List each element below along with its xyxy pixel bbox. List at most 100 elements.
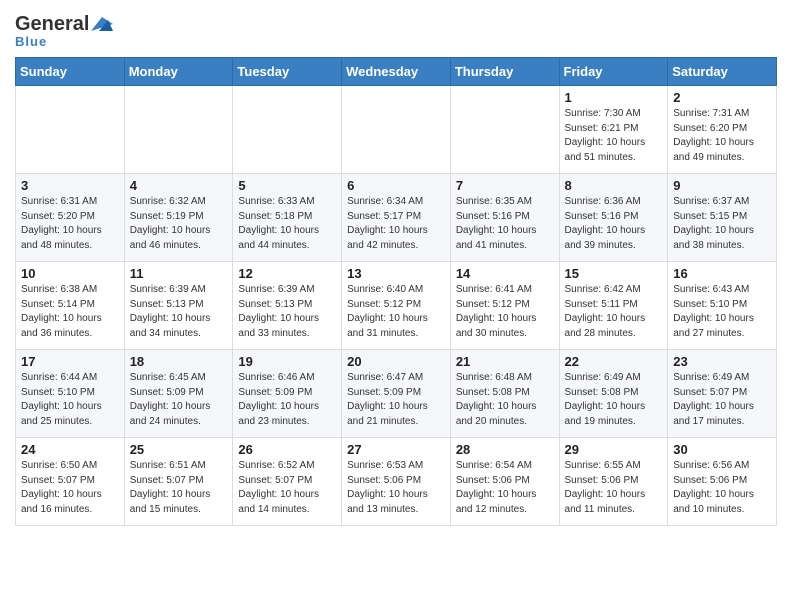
- calendar-week-1: 3 Sunrise: 6:31 AM Sunset: 5:20 PM Daylig…: [16, 174, 777, 262]
- calendar-cell: 23 Sunrise: 6:49 AM Sunset: 5:07 PM Dayli…: [668, 350, 777, 438]
- day-info: Sunrise: 6:33 AM Sunset: 5:18 PM Dayligh…: [238, 195, 336, 253]
- day-info: Sunrise: 6:39 AM Sunset: 5:13 PM Dayligh…: [238, 283, 336, 341]
- weekday-header-sunday: Sunday: [16, 58, 125, 86]
- calendar-cell: 3 Sunrise: 6:31 AM Sunset: 5:20 PM Daylig…: [16, 174, 125, 262]
- day-number: 20: [347, 354, 445, 369]
- calendar-cell: 19Sunrise: 6:46 AM Sunset: 5:09 PM Dayli…: [233, 350, 342, 438]
- day-info: Sunrise: 6:40 AM Sunset: 5:12 PM Dayligh…: [347, 283, 445, 341]
- calendar-week-0: 1 Sunrise: 7:30 AM Sunset: 6:21 PM Daylig…: [16, 86, 777, 174]
- day-number: 8: [565, 178, 663, 193]
- day-info: Sunrise: 6:31 AM Sunset: 5:20 PM Dayligh…: [21, 195, 119, 253]
- calendar-cell: 17 Sunrise: 6:44 AM Sunset: 5:10 PM Dayli…: [16, 350, 125, 438]
- day-info: Sunrise: 6:36 AM Sunset: 5:16 PM Dayligh…: [565, 195, 663, 253]
- weekday-header-thursday: Thursday: [450, 58, 559, 86]
- day-number: 19: [238, 354, 336, 369]
- calendar-cell: 18 Sunrise: 6:45 AM Sunset: 5:09 PM Dayli…: [124, 350, 233, 438]
- day-number: 5: [238, 178, 336, 193]
- logo-text: General: [15, 14, 89, 34]
- day-info: Sunrise: 6:52 AM Sunset: 5:07 PM Dayligh…: [238, 459, 336, 517]
- day-number: 17: [21, 354, 119, 369]
- day-number: 24: [21, 442, 119, 457]
- calendar-cell: 7 Sunrise: 6:35 AM Sunset: 5:16 PM Daylig…: [450, 174, 559, 262]
- calendar-week-2: 10Sunrise: 6:38 AM Sunset: 5:14 PM Dayli…: [16, 262, 777, 350]
- day-info: Sunrise: 6:45 AM Sunset: 5:09 PM Dayligh…: [130, 371, 228, 429]
- day-info: Sunrise: 6:55 AM Sunset: 5:06 PM Dayligh…: [565, 459, 663, 517]
- day-number: 18: [130, 354, 228, 369]
- day-info: Sunrise: 7:30 AM Sunset: 6:21 PM Dayligh…: [565, 107, 663, 165]
- calendar-body: 1 Sunrise: 7:30 AM Sunset: 6:21 PM Daylig…: [16, 86, 777, 526]
- calendar-cell: 2 Sunrise: 7:31 AM Sunset: 6:20 PM Daylig…: [668, 86, 777, 174]
- day-info: Sunrise: 6:42 AM Sunset: 5:11 PM Dayligh…: [565, 283, 663, 341]
- calendar-cell: 11 Sunrise: 6:39 AM Sunset: 5:13 PM Dayli…: [124, 262, 233, 350]
- calendar-cell: 28 Sunrise: 6:54 AM Sunset: 5:06 PM Dayli…: [450, 438, 559, 526]
- day-number: 1: [565, 90, 663, 105]
- calendar-cell: 29 Sunrise: 6:55 AM Sunset: 5:06 PM Dayli…: [559, 438, 668, 526]
- day-number: 16: [673, 266, 771, 281]
- calendar-cell: [233, 86, 342, 174]
- calendar-cell: 20 Sunrise: 6:47 AM Sunset: 5:09 PM Dayli…: [342, 350, 451, 438]
- day-number: 29: [565, 442, 663, 457]
- day-number: 13: [347, 266, 445, 281]
- day-info: Sunrise: 6:32 AM Sunset: 5:19 PM Dayligh…: [130, 195, 228, 253]
- day-info: Sunrise: 6:39 AM Sunset: 5:13 PM Dayligh…: [130, 283, 228, 341]
- calendar-cell: [16, 86, 125, 174]
- header: General Blue: [15, 10, 777, 49]
- day-info: Sunrise: 6:48 AM Sunset: 5:08 PM Dayligh…: [456, 371, 554, 429]
- day-info: Sunrise: 6:53 AM Sunset: 5:06 PM Dayligh…: [347, 459, 445, 517]
- weekday-header-monday: Monday: [124, 58, 233, 86]
- day-info: Sunrise: 6:49 AM Sunset: 5:07 PM Dayligh…: [673, 371, 771, 429]
- logo-icon: [91, 17, 113, 31]
- day-info: Sunrise: 6:47 AM Sunset: 5:09 PM Dayligh…: [347, 371, 445, 429]
- day-number: 7: [456, 178, 554, 193]
- weekday-header-tuesday: Tuesday: [233, 58, 342, 86]
- day-number: 3: [21, 178, 119, 193]
- day-number: 28: [456, 442, 554, 457]
- calendar-cell: 8 Sunrise: 6:36 AM Sunset: 5:16 PM Daylig…: [559, 174, 668, 262]
- calendar-cell: 1 Sunrise: 7:30 AM Sunset: 6:21 PM Daylig…: [559, 86, 668, 174]
- calendar-cell: 27 Sunrise: 6:53 AM Sunset: 5:06 PM Dayli…: [342, 438, 451, 526]
- page: General Blue SundayMondayTuesdayWednesda…: [0, 0, 792, 536]
- day-info: Sunrise: 6:44 AM Sunset: 5:10 PM Dayligh…: [21, 371, 119, 429]
- day-number: 12: [238, 266, 336, 281]
- day-number: 6: [347, 178, 445, 193]
- day-info: Sunrise: 6:34 AM Sunset: 5:17 PM Dayligh…: [347, 195, 445, 253]
- calendar-cell: 25Sunrise: 6:51 AM Sunset: 5:07 PM Dayli…: [124, 438, 233, 526]
- calendar-cell: 5 Sunrise: 6:33 AM Sunset: 5:18 PM Daylig…: [233, 174, 342, 262]
- day-info: Sunrise: 6:56 AM Sunset: 5:06 PM Dayligh…: [673, 459, 771, 517]
- day-info: Sunrise: 6:38 AM Sunset: 5:14 PM Dayligh…: [21, 283, 119, 341]
- calendar-cell: 22Sunrise: 6:49 AM Sunset: 5:08 PM Dayli…: [559, 350, 668, 438]
- calendar-cell: 12 Sunrise: 6:39 AM Sunset: 5:13 PM Dayli…: [233, 262, 342, 350]
- day-number: 2: [673, 90, 771, 105]
- logo-general: General: [15, 13, 89, 35]
- day-number: 26: [238, 442, 336, 457]
- day-info: Sunrise: 6:54 AM Sunset: 5:06 PM Dayligh…: [456, 459, 554, 517]
- calendar-cell: 4 Sunrise: 6:32 AM Sunset: 5:19 PM Daylig…: [124, 174, 233, 262]
- logo-subtext: Blue: [15, 34, 47, 49]
- weekday-header-friday: Friday: [559, 58, 668, 86]
- day-number: 30: [673, 442, 771, 457]
- day-info: Sunrise: 6:51 AM Sunset: 5:07 PM Dayligh…: [130, 459, 228, 517]
- calendar-cell: [124, 86, 233, 174]
- day-number: 23: [673, 354, 771, 369]
- weekday-header-wednesday: Wednesday: [342, 58, 451, 86]
- day-number: 11: [130, 266, 228, 281]
- day-number: 4: [130, 178, 228, 193]
- day-info: Sunrise: 6:50 AM Sunset: 5:07 PM Dayligh…: [21, 459, 119, 517]
- day-info: Sunrise: 6:37 AM Sunset: 5:15 PM Dayligh…: [673, 195, 771, 253]
- calendar-cell: 14 Sunrise: 6:41 AM Sunset: 5:12 PM Dayli…: [450, 262, 559, 350]
- calendar-cell: 24 Sunrise: 6:50 AM Sunset: 5:07 PM Dayli…: [16, 438, 125, 526]
- calendar-cell: 6 Sunrise: 6:34 AM Sunset: 5:17 PM Daylig…: [342, 174, 451, 262]
- day-info: Sunrise: 6:41 AM Sunset: 5:12 PM Dayligh…: [456, 283, 554, 341]
- calendar-week-4: 24 Sunrise: 6:50 AM Sunset: 5:07 PM Dayli…: [16, 438, 777, 526]
- day-info: Sunrise: 6:43 AM Sunset: 5:10 PM Dayligh…: [673, 283, 771, 341]
- calendar-cell: 30 Sunrise: 6:56 AM Sunset: 5:06 PM Dayli…: [668, 438, 777, 526]
- day-number: 27: [347, 442, 445, 457]
- calendar-cell: 9 Sunrise: 6:37 AM Sunset: 5:15 PM Daylig…: [668, 174, 777, 262]
- day-info: Sunrise: 7:31 AM Sunset: 6:20 PM Dayligh…: [673, 107, 771, 165]
- calendar-cell: 10Sunrise: 6:38 AM Sunset: 5:14 PM Dayli…: [16, 262, 125, 350]
- day-number: 9: [673, 178, 771, 193]
- calendar-cell: [450, 86, 559, 174]
- day-number: 14: [456, 266, 554, 281]
- day-info: Sunrise: 6:35 AM Sunset: 5:16 PM Dayligh…: [456, 195, 554, 253]
- calendar-cell: [342, 86, 451, 174]
